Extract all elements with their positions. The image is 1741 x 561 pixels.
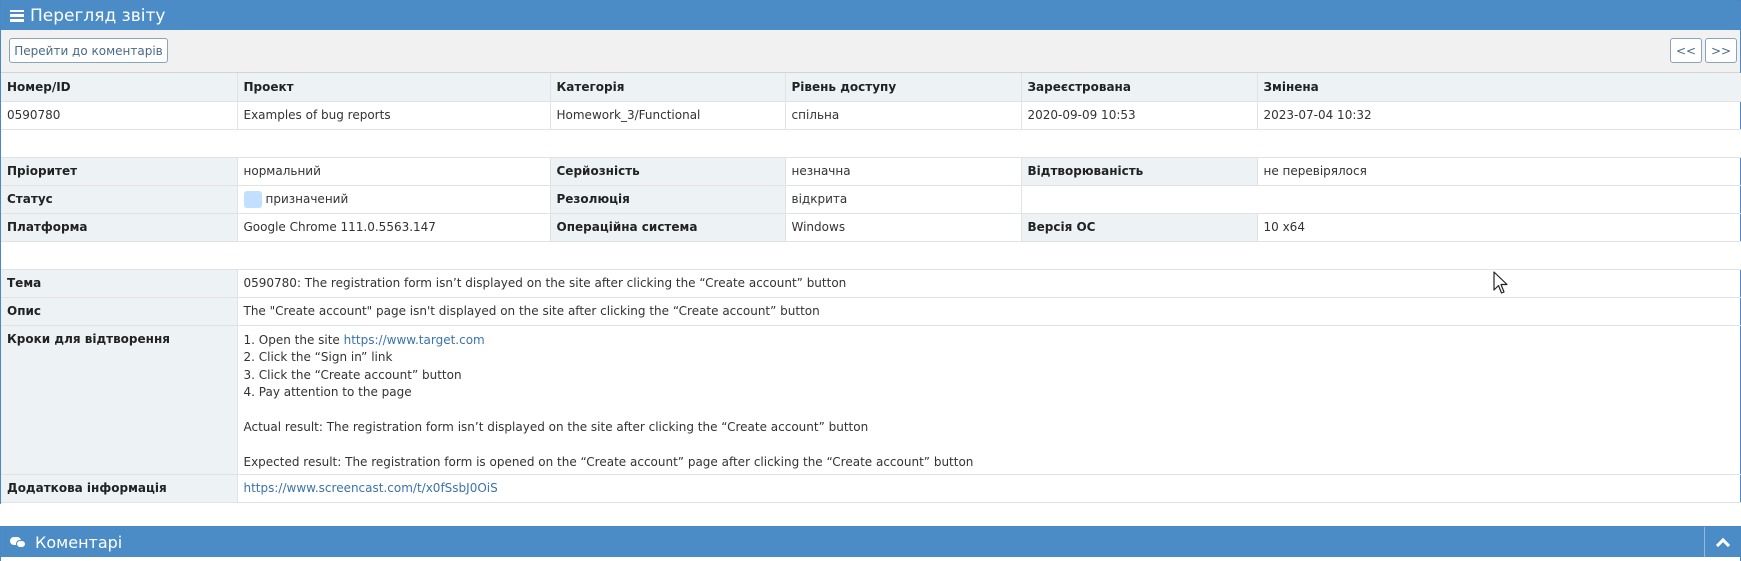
description-value: The "Create account" page isn't displaye…: [237, 297, 1741, 326]
priority-row: Пріоритет нормальний Серйозність незначн…: [1, 157, 1741, 186]
comments-panel: Коментарі: [0, 526, 1741, 561]
priority-label: Пріоритет: [1, 157, 238, 186]
report-id: 0590780: [1, 101, 238, 130]
severity-value: незначна: [785, 157, 1022, 186]
os-label: Операційна система: [550, 213, 786, 242]
step-1-text: 1. Open the site: [243, 332, 344, 347]
header-date-submitted: Зареєстрована: [1021, 73, 1258, 102]
severity-label: Серйозність: [550, 157, 786, 186]
summary-header-row: Номер/ID Проект Категорія Рівень доступу…: [1, 73, 1741, 102]
os-version-value: 10 x64: [1257, 213, 1741, 242]
header-project: Проект: [237, 73, 551, 102]
view-report-panel: Перегляд звіту Перейти до коментарів << …: [0, 0, 1741, 531]
step-4: 4. Pay attention to the page: [243, 385, 412, 399]
step-2: 2. Click the “Sign in” link: [243, 350, 393, 364]
screencast-link[interactable]: https://www.screencast.com/t/x0fSsbJ0OiS: [244, 481, 498, 495]
report-toolbar: Перейти до коментарів << >>: [1, 30, 1740, 73]
comments-title: Коментарі: [35, 532, 123, 552]
summary-row: Тема 0590780: The registration form isn’…: [1, 269, 1741, 298]
additional-info-label: Додаткова інформація: [1, 474, 238, 503]
platform-value: Google Chrome 111.0.5563.147: [237, 213, 551, 242]
actual-result: Actual result: The registration form isn…: [243, 420, 869, 434]
project-value: Examples of bug reports: [237, 101, 551, 130]
target-site-link[interactable]: https://www.target.com: [344, 333, 485, 347]
date-submitted-value: 2020-09-09 10:53: [1021, 101, 1258, 130]
additional-info-value: https://www.screencast.com/t/x0fSsbJ0OiS: [237, 474, 1741, 503]
platform-label: Платформа: [1, 213, 238, 242]
last-updated-value: 2023-07-04 10:32: [1257, 101, 1741, 130]
header-id: Номер/ID: [1, 73, 238, 102]
expected-result: Expected result: The registration form i…: [243, 455, 974, 469]
description-row: Опис The "Create account" page isn't dis…: [1, 297, 1741, 326]
platform-row: Платформа Google Chrome 111.0.5563.147 О…: [1, 213, 1741, 242]
summary-label: Тема: [1, 269, 238, 298]
row-spacer: [1, 241, 1741, 270]
steps-row: Кроки для відтворення 1. Open the site h…: [1, 325, 1741, 475]
reproducibility-value: не перевірялося: [1257, 157, 1741, 186]
page-title: Перегляд звіту: [30, 5, 166, 26]
mouse-cursor-icon: [1493, 271, 1508, 294]
comments-header[interactable]: Коментарі: [1, 527, 1740, 557]
header-category: Категорія: [550, 73, 786, 102]
report-table: Номер/ID Проект Категорія Рівень доступу…: [1, 73, 1741, 531]
status-row: Статус призначений Резолюція відкрита: [1, 185, 1741, 214]
header-last-updated: Змінена: [1257, 73, 1741, 102]
priority-value: нормальний: [237, 157, 551, 186]
status-color-swatch: [243, 190, 262, 208]
hamburger-menu-icon: [10, 9, 24, 22]
os-version-label: Версія ОС: [1021, 213, 1258, 242]
panel-header: Перегляд звіту: [1, 1, 1740, 30]
status-label: Статус: [1, 185, 238, 214]
jump-to-comments-button[interactable]: Перейти до коментарів: [9, 38, 168, 63]
resolution-label: Резолюція: [550, 185, 786, 214]
step-3: 3. Click the “Create account” button: [243, 367, 462, 382]
step-1: 1. Open the site https://www.target.com: [244, 332, 1736, 350]
summary-value: 0590780: The registration form isn’t dis…: [237, 269, 1741, 298]
additional-info-row: Додаткова інформація https://www.screenc…: [1, 474, 1741, 503]
steps-value: 1. Open the site https://www.target.com …: [237, 325, 1741, 475]
category-value: Homework_3/Functional: [550, 101, 786, 130]
reproducibility-label: Відтворюваність: [1021, 157, 1258, 186]
description-label: Опис: [1, 297, 238, 326]
summary-value-row: 0590780 Examples of bug reports Homework…: [1, 101, 1741, 130]
status-value: призначений: [265, 191, 349, 206]
chevron-up-icon: [1715, 537, 1730, 552]
os-value: Windows: [785, 213, 1022, 242]
view-status-value: спільна: [785, 101, 1022, 130]
steps-label: Кроки для відтворення: [1, 325, 238, 475]
empty-cell: [1021, 185, 1741, 214]
resolution-value: відкрита: [785, 185, 1022, 214]
comments-icon: [10, 536, 26, 549]
next-report-button[interactable]: >>: [1705, 38, 1737, 63]
status-cell: призначений: [237, 185, 551, 214]
previous-report-button[interactable]: <<: [1670, 38, 1702, 63]
header-view-status: Рівень доступу: [785, 73, 1022, 102]
row-spacer: [1, 129, 1741, 158]
collapse-comments-button[interactable]: [1704, 527, 1740, 557]
